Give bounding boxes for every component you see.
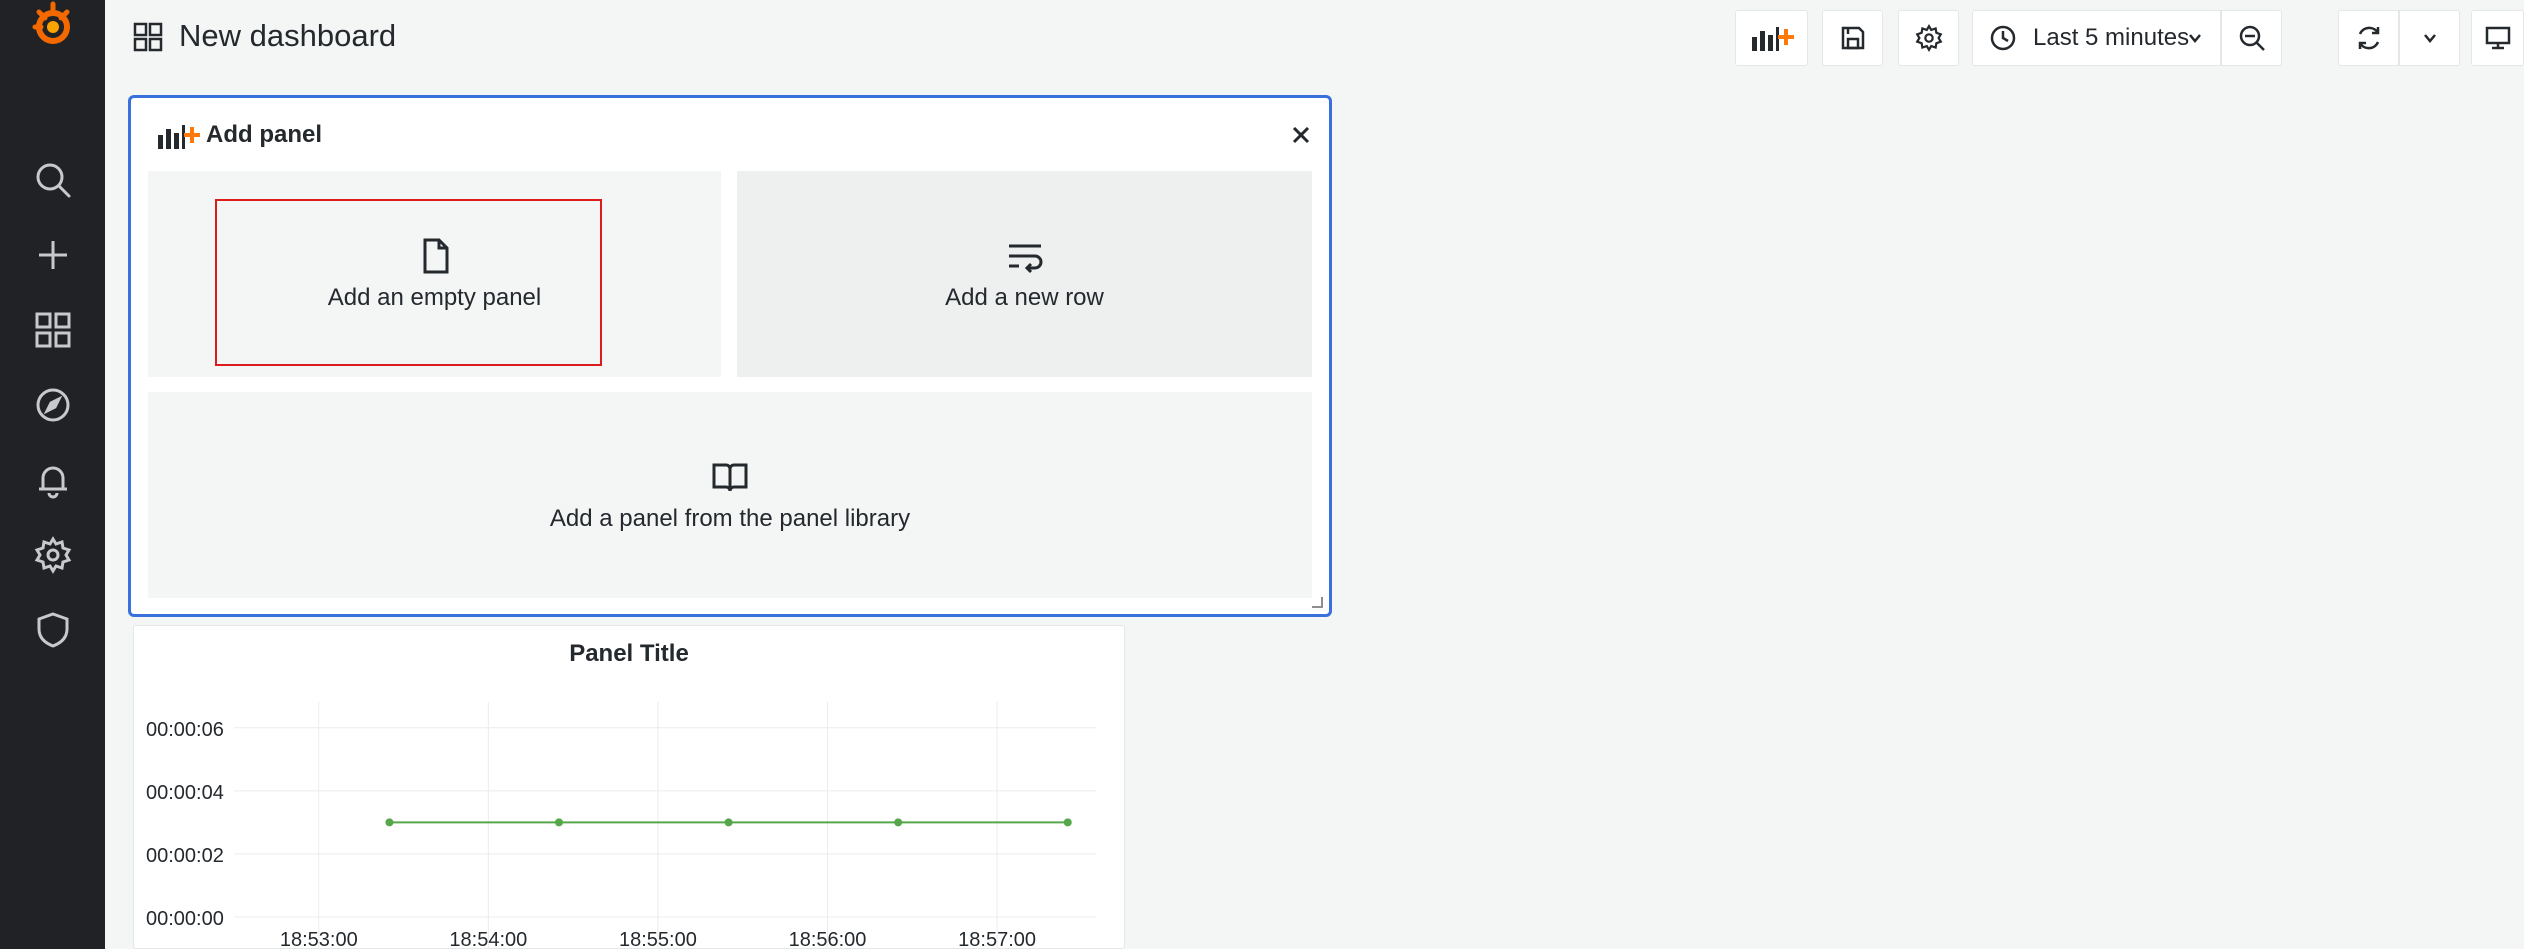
dashboard-settings-button[interactable] bbox=[1898, 10, 1959, 66]
dashboard-title[interactable]: New dashboard bbox=[179, 15, 396, 57]
sidebar-item-alerting[interactable] bbox=[0, 445, 105, 515]
dashboards-icon bbox=[133, 22, 163, 52]
explore-icon bbox=[36, 388, 69, 422]
add-library-panel-option[interactable]: Add a panel from the panel library bbox=[148, 392, 1312, 598]
sidebar-item-dashboards[interactable] bbox=[0, 295, 105, 365]
add-library-panel-label: Add a panel from the panel library bbox=[549, 505, 911, 532]
save-dashboard-button[interactable] bbox=[1822, 10, 1883, 66]
x-tick-label: 18:57:00 bbox=[958, 929, 1036, 949]
add-panel-icon bbox=[158, 125, 200, 149]
data-point bbox=[1063, 818, 1072, 827]
y-tick-label: 00:00:00 bbox=[146, 908, 224, 930]
shield-icon bbox=[37, 612, 68, 648]
sidebar-item-configuration[interactable] bbox=[0, 520, 105, 590]
sidebar-item-server-admin[interactable] bbox=[0, 595, 105, 665]
close-icon[interactable] bbox=[1287, 121, 1315, 149]
time-range-picker[interactable]: Last 5 minutes bbox=[1972, 10, 2221, 66]
app-root: New dashboard Last 5 minutes Add panel A… bbox=[0, 0, 2524, 949]
wrap-rows-icon bbox=[1008, 244, 1042, 274]
time-series-chart: 00:00:00 00:00:02 00:00:04 00:00:06 18:53:00… bbox=[146, 702, 1096, 949]
plus-icon bbox=[38, 241, 67, 269]
x-tick-label: 18:56:00 bbox=[789, 929, 867, 949]
zoom-out-button[interactable] bbox=[2221, 10, 2282, 66]
book-icon bbox=[712, 463, 748, 492]
gear-icon bbox=[34, 536, 71, 574]
dashboards-icon bbox=[35, 312, 70, 348]
resize-handle-icon[interactable] bbox=[1311, 596, 1323, 608]
time-range-label: Last 5 minutes bbox=[2033, 24, 2190, 51]
sidebar bbox=[0, 0, 105, 949]
refresh-icon bbox=[2358, 26, 2379, 50]
chevron-down-icon bbox=[2189, 34, 2201, 43]
add-empty-panel-option[interactable]: Add an empty panel bbox=[148, 171, 721, 377]
search-icon bbox=[36, 163, 70, 198]
grafana-logo-icon[interactable] bbox=[25, 0, 81, 56]
selection-highlight bbox=[215, 199, 602, 366]
clock-icon bbox=[1990, 25, 2016, 51]
x-tick-label: 18:55:00 bbox=[619, 929, 697, 949]
save-icon bbox=[1841, 26, 1864, 50]
gear-icon bbox=[1915, 24, 1942, 52]
x-tick-label: 18:53:00 bbox=[280, 929, 358, 949]
bell-icon bbox=[38, 466, 67, 499]
sidebar-item-create[interactable] bbox=[0, 220, 105, 290]
chevron-down-icon bbox=[2423, 34, 2436, 43]
refresh-button[interactable] bbox=[2338, 10, 2399, 66]
data-point bbox=[894, 818, 903, 827]
y-tick-label: 00:00:04 bbox=[146, 782, 224, 804]
sidebar-item-explore[interactable] bbox=[0, 370, 105, 440]
x-tick-label: 18:54:00 bbox=[449, 929, 527, 949]
y-tick-label: 00:00:06 bbox=[146, 719, 224, 741]
add-new-row-label: Add a new row bbox=[945, 284, 1104, 311]
add-panel-dialog: Add panel Add an empty panel Add a new r… bbox=[128, 95, 1332, 617]
monitor-icon bbox=[2485, 26, 2510, 50]
zoom-out-icon bbox=[2239, 25, 2265, 51]
refresh-interval-dropdown[interactable] bbox=[2399, 10, 2460, 66]
y-tick-label: 00:00:02 bbox=[146, 845, 224, 867]
add-panel-button[interactable] bbox=[1735, 10, 1808, 66]
graph-panel[interactable]: Panel Title 00:00:00 00:00:02 00:00:04 00:0… bbox=[133, 625, 1125, 949]
data-point bbox=[385, 818, 394, 827]
sidebar-item-search[interactable] bbox=[0, 145, 105, 215]
add-panel-icon bbox=[1751, 27, 1794, 51]
data-point bbox=[555, 818, 564, 827]
add-panel-title: Add panel bbox=[206, 121, 323, 148]
data-point bbox=[724, 818, 733, 827]
view-mode-button[interactable] bbox=[2471, 10, 2524, 66]
add-new-row-option[interactable]: Add a new row bbox=[737, 171, 1312, 377]
